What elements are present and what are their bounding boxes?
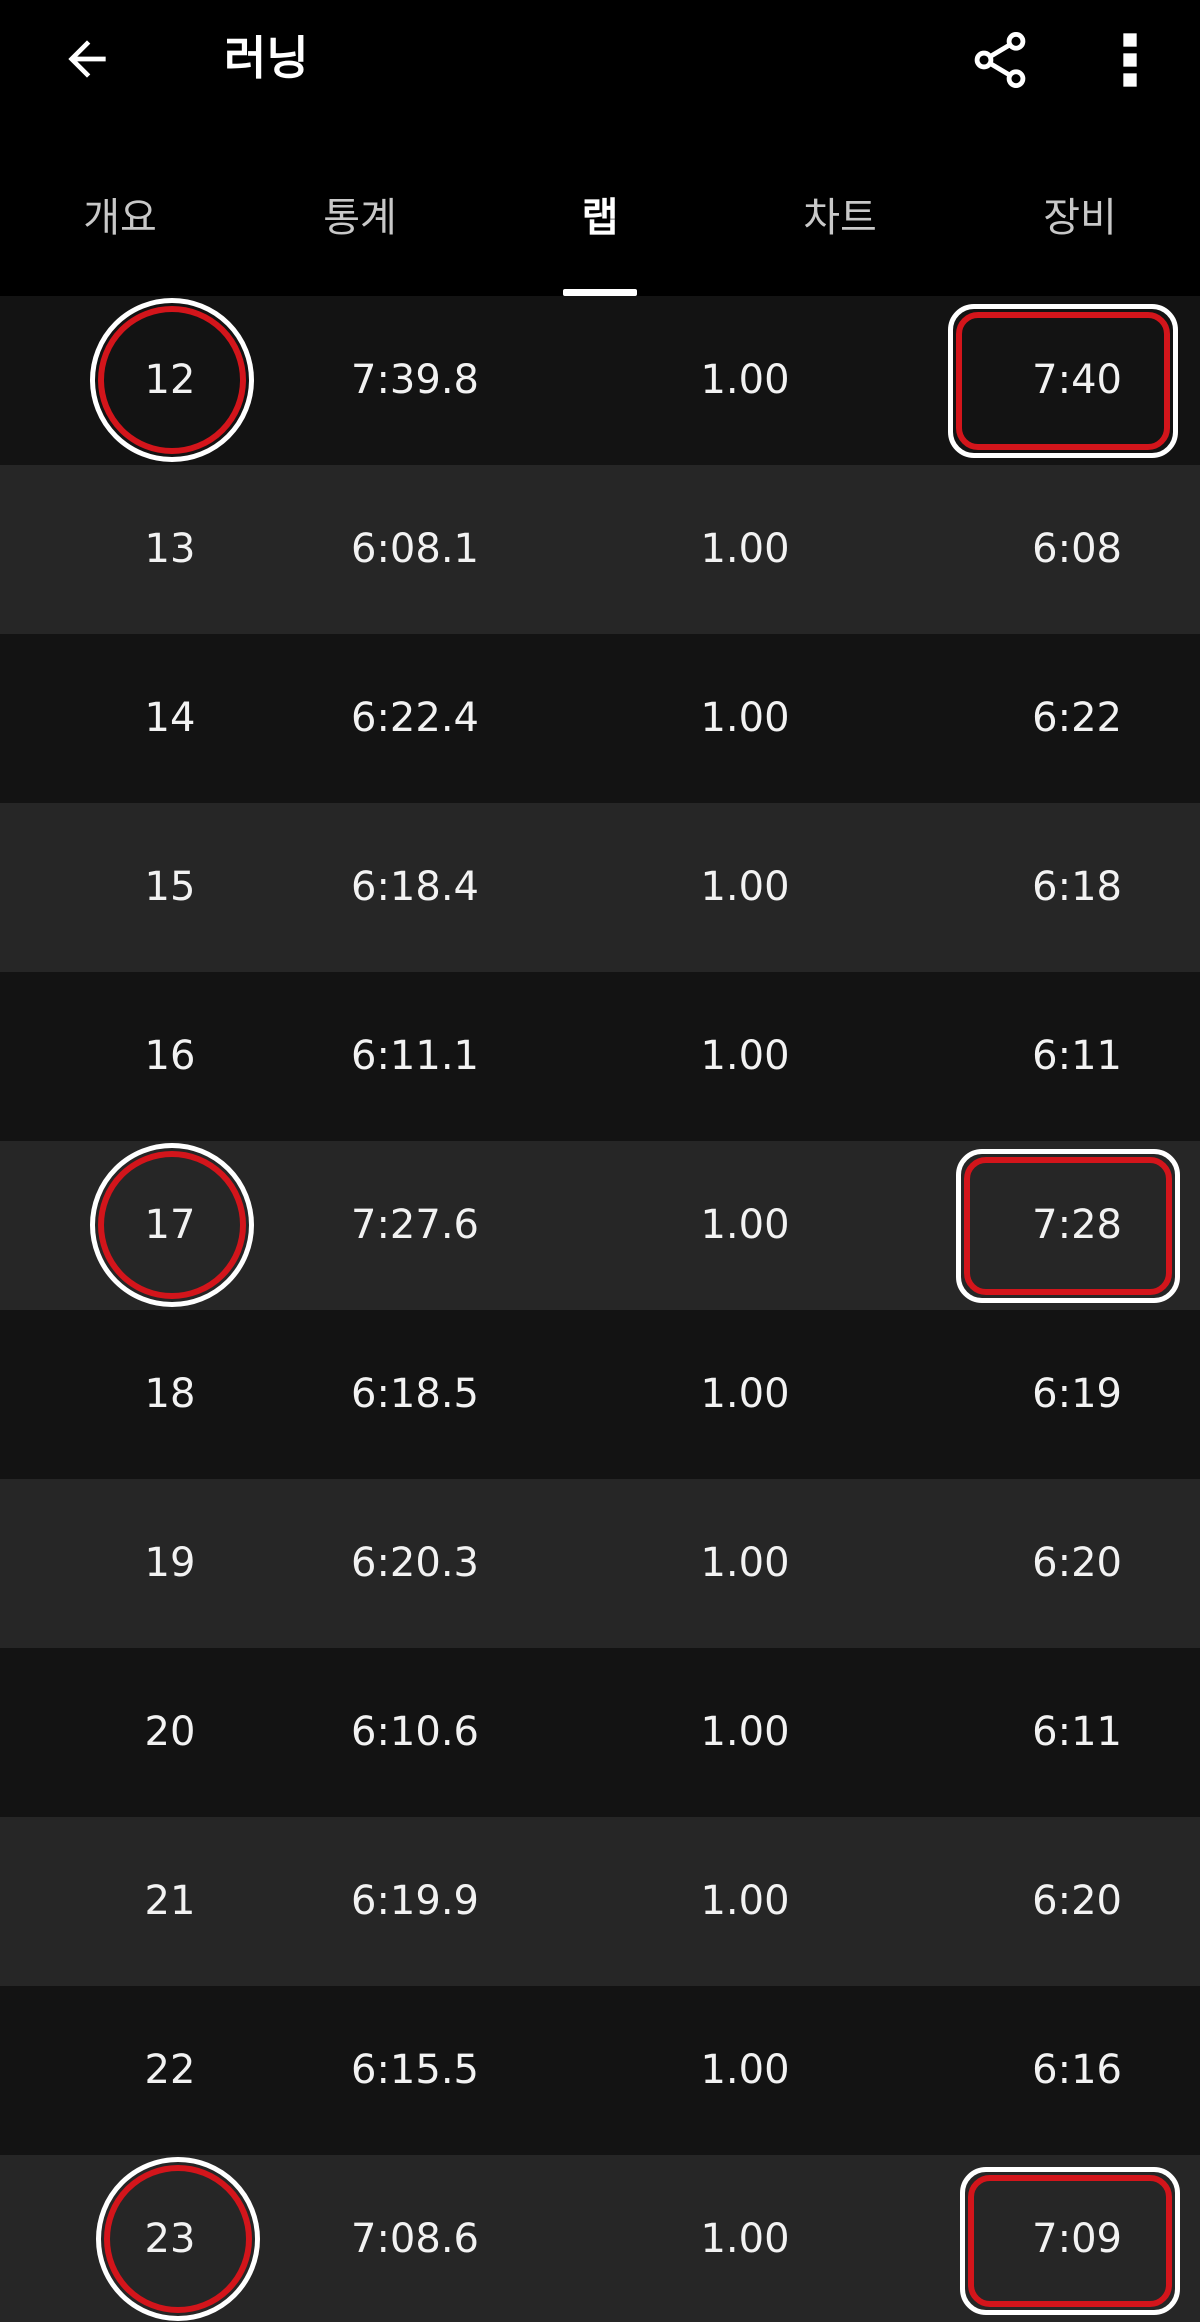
lap-distance: 1.00 (700, 357, 790, 403)
lap-distance: 1.00 (700, 2216, 790, 2262)
lap-time: 6:08.1 (351, 526, 479, 572)
table-row[interactable]: 23 7:08.6 1.00 7:09 (0, 2155, 1200, 2322)
lap-number: 14 (144, 695, 196, 741)
lap-number: 16 (144, 1033, 196, 1079)
lap-number: 17 (144, 1202, 196, 1248)
lap-pace: 7:28 (1032, 1202, 1122, 1248)
lap-pace: 7:09 (1032, 2216, 1122, 2262)
lap-time: 7:27.6 (351, 1202, 479, 1248)
lap-pace: 6:16 (1032, 2047, 1122, 2093)
tab-laps[interactable]: 랩 (480, 170, 720, 296)
table-row[interactable]: 16 6:11.1 1.00 6:11 (0, 972, 1200, 1141)
lap-pace: 6:08 (1032, 526, 1122, 572)
lap-pace: 6:11 (1032, 1033, 1122, 1079)
lap-time: 6:19.9 (351, 1878, 479, 1924)
lap-table: 12 7:39.8 1.00 7:40 13 6:08.1 1.00 6:08 … (0, 296, 1200, 2322)
lap-screen: 러닝 개요 통계 랩 차트 장비 12 7:39.8 1.00 7:40 13 … (0, 0, 1200, 2322)
lap-distance: 1.00 (700, 864, 790, 910)
table-row[interactable]: 18 6:18.5 1.00 6:19 (0, 1310, 1200, 1479)
tab-label: 통계 (323, 195, 397, 241)
share-button[interactable] (960, 20, 1040, 100)
lap-pace: 7:40 (1032, 357, 1122, 403)
lap-distance: 1.00 (700, 526, 790, 572)
lap-number: 23 (144, 2216, 196, 2262)
share-icon (974, 32, 1026, 88)
lap-pace: 6:19 (1032, 1371, 1122, 1417)
table-row[interactable]: 14 6:22.4 1.00 6:22 (0, 634, 1200, 803)
tab-label: 차트 (803, 195, 877, 241)
tab-label: 랩 (581, 195, 619, 241)
lap-distance: 1.00 (700, 1202, 790, 1248)
more-vert-icon (1123, 33, 1137, 87)
table-row[interactable]: 15 6:18.4 1.00 6:18 (0, 803, 1200, 972)
lap-distance: 1.00 (700, 1878, 790, 1924)
lap-time: 6:20.3 (351, 1540, 479, 1586)
lap-time: 6:10.6 (351, 1709, 479, 1755)
tab-gear[interactable]: 장비 (960, 170, 1200, 296)
tab-label: 개요 (83, 195, 157, 241)
tab-label: 장비 (1043, 195, 1117, 241)
app-bar: 러닝 (0, 0, 1200, 120)
lap-pace: 6:11 (1032, 1709, 1122, 1755)
lap-distance: 1.00 (700, 1033, 790, 1079)
lap-distance: 1.00 (700, 695, 790, 741)
lap-number: 15 (144, 864, 196, 910)
arrow-back-icon (68, 40, 106, 78)
active-tab-indicator (563, 289, 637, 296)
lap-pace: 6:20 (1032, 1540, 1122, 1586)
tab-bar: 개요 통계 랩 차트 장비 (0, 170, 1200, 296)
lap-number: 18 (144, 1371, 196, 1417)
lap-time: 7:39.8 (351, 357, 479, 403)
lap-pace: 6:18 (1032, 864, 1122, 910)
lap-time: 6:11.1 (351, 1033, 479, 1079)
table-row[interactable]: 20 6:10.6 1.00 6:11 (0, 1648, 1200, 1817)
lap-distance: 1.00 (700, 1540, 790, 1586)
lap-time: 7:08.6 (351, 2216, 479, 2262)
lap-distance: 1.00 (700, 2047, 790, 2093)
more-options-button[interactable] (1100, 20, 1160, 100)
table-row[interactable]: 12 7:39.8 1.00 7:40 (0, 296, 1200, 465)
table-row[interactable]: 13 6:08.1 1.00 6:08 (0, 465, 1200, 634)
lap-distance: 1.00 (700, 1709, 790, 1755)
table-row[interactable]: 19 6:20.3 1.00 6:20 (0, 1479, 1200, 1648)
lap-pace: 6:20 (1032, 1878, 1122, 1924)
lap-number: 19 (144, 1540, 196, 1586)
lap-pace: 6:22 (1032, 695, 1122, 741)
lap-distance: 1.00 (700, 1371, 790, 1417)
lap-time: 6:22.4 (351, 695, 479, 741)
lap-number: 12 (144, 357, 196, 403)
lap-time: 6:15.5 (351, 2047, 479, 2093)
lap-number: 13 (144, 526, 196, 572)
table-row[interactable]: 21 6:19.9 1.00 6:20 (0, 1817, 1200, 1986)
back-button[interactable] (52, 24, 122, 94)
tab-stats[interactable]: 통계 (240, 170, 480, 296)
lap-time: 6:18.5 (351, 1371, 479, 1417)
lap-number: 21 (144, 1878, 196, 1924)
lap-time: 6:18.4 (351, 864, 479, 910)
lap-number: 22 (144, 2047, 196, 2093)
page-title: 러닝 (224, 31, 309, 85)
tab-charts[interactable]: 차트 (720, 170, 960, 296)
tab-overview[interactable]: 개요 (0, 170, 240, 296)
table-row[interactable]: 22 6:15.5 1.00 6:16 (0, 1986, 1200, 2155)
table-row[interactable]: 17 7:27.6 1.00 7:28 (0, 1141, 1200, 1310)
lap-number: 20 (144, 1709, 196, 1755)
